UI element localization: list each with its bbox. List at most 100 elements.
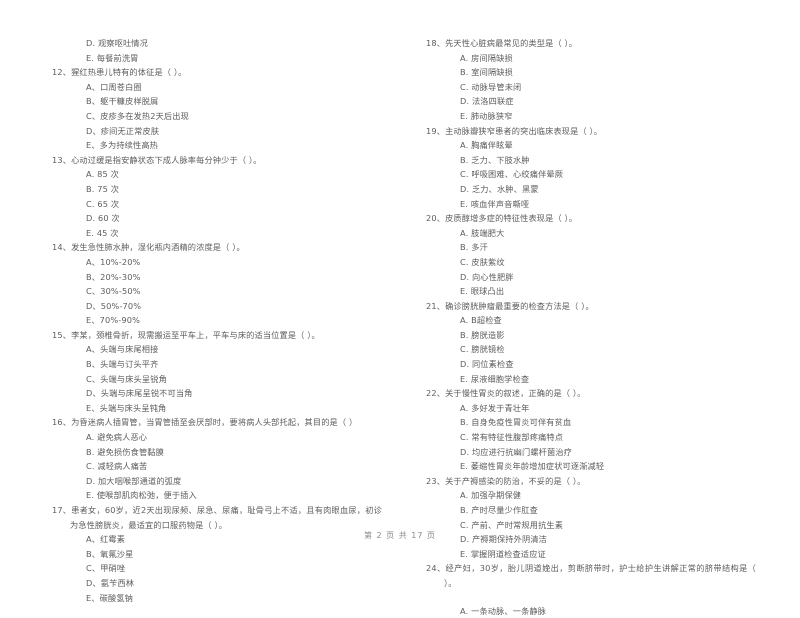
question-text: 心动过缓是指安静状态下成人脉率每分钟少于（ ）。: [71, 154, 262, 165]
question-16: 16、为昏迷病人插胃管，当胃管插至会厌部时，要将病人头部托起，其目的是（ ） A…: [52, 415, 382, 503]
question-13: 13、心动过缓是指安静状态下成人脉率每分钟少于（ ）。 A. 85 次 B. 7…: [52, 153, 382, 241]
question-stem: 17、患者女，60岁，近2天出现尿频、尿急、尿痛，耻骨弓上不适，且有肉眼血尿，初…: [52, 503, 382, 532]
option-item: A. 一条动脉、一条静脉: [460, 605, 547, 616]
question-number: 16、: [52, 417, 72, 428]
option-item: E、碳酸氢钠: [86, 592, 134, 603]
two-column-layout: D. 观察呕吐情况 E. 每餐前洗胃 12、猩红热患儿特有的体征是（ ）。 A、…: [52, 36, 756, 616]
question-text: 发生急性肺水肿，湿化瓶内酒精的浓度是（ ）。: [71, 242, 245, 253]
question-text: 患者女，60岁，近2天出现尿频、尿急、尿痛，耻骨弓上不适，且有肉眼血尿，初诊为急…: [70, 505, 382, 530]
page-footer: 第 2 页 共 17 页: [364, 531, 436, 540]
option-item: A. 85 次: [86, 169, 119, 180]
option-item: B、躯干糠皮样脱屑: [86, 96, 159, 107]
option-item: D、氨苄西林: [86, 577, 135, 588]
question-text: 为昏迷病人插胃管，当胃管插至会厌部时，要将病人头部托起，其目的是（ ）: [71, 417, 358, 428]
option-item: E. 掌握阴道检查适应证: [460, 548, 546, 559]
question-stem: 23、关于产褥感染的防治，不妥的是（ ）。: [426, 474, 756, 489]
option-item: A. 房间隔缺损: [460, 52, 513, 63]
option-item: E、头端与床头呈钝角: [86, 402, 167, 413]
question-text: 猩红热患儿特有的体征是（ ）。: [71, 67, 187, 78]
question-15: 15、李某，颈椎骨折，现需搬运至平车上，平车与床的适当位置是（ ）。 A、头端与…: [52, 328, 382, 416]
question-text: 经产妇，30岁，胎儿阴道娩出，剪断脐带时，护士给护生讲解正常的脐带结构是（ ）。: [444, 563, 756, 588]
question-number: 22、: [426, 388, 446, 399]
option-item: C、甲硝唑: [86, 563, 126, 574]
question-number: 18、: [426, 38, 446, 48]
option-item: B. 乏力、下肢水肿: [460, 154, 530, 165]
option-item: B. 膀胱造影: [460, 329, 505, 340]
question-text: 先天性心脏病最常见的类型是（ ）。: [445, 38, 578, 48]
option-item: C. 减轻病人痛苦: [86, 461, 148, 472]
option-item: D. 向心性肥胖: [460, 271, 514, 282]
question-14: 14、发生急性肺水肿，湿化瓶内酒精的浓度是（ ）。 A、10%-20% B、20…: [52, 240, 382, 328]
option-item: E. 咳血伴声音嘶哑: [460, 198, 530, 209]
option-item: E. 肺动脉狭窄: [460, 110, 513, 121]
option-item: D、疹间无正常皮肤: [86, 125, 160, 136]
question-stem: 14、发生急性肺水肿，湿化瓶内酒精的浓度是（ ）。: [52, 240, 382, 255]
continued-options-block: D. 观察呕吐情况 E. 每餐前洗胃: [52, 36, 382, 65]
option-item: D. 加大咽喉部通道的弧度: [86, 475, 182, 486]
option-item: A. 避免病人恶心: [86, 432, 148, 443]
question-22: 22、关于慢性胃炎的叙述，正确的是（ ）。 A. 多好发于青壮年 B. 自身免疫…: [426, 386, 756, 474]
option-item: C. 呼吸困难、心绞痛伴晕厥: [460, 169, 564, 180]
option-item: C、皮疹多在发热2天后出现: [86, 110, 189, 121]
question-text: 关于慢性胃炎的叙述，正确的是（ ）。: [445, 388, 586, 399]
option-item: B. 产时尽量少作肛查: [460, 505, 538, 515]
option-item: B. 多汗: [460, 242, 488, 253]
option-item: D. 乏力、水肿、黑蒙: [460, 183, 539, 194]
option-item: C. 65 次: [86, 198, 120, 209]
option-item: D. 均应进行抗幽门螺杆菌治疗: [460, 446, 573, 457]
option-item: D. 同位素检查: [460, 359, 514, 370]
question-text: 关于产褥感染的防治，不妥的是（ ）。: [445, 475, 586, 486]
question-number: 17、: [52, 505, 72, 515]
option-item: B. 避免损伤食管黏膜: [86, 446, 164, 457]
question-stem: 24、经产妇，30岁，胎儿阴道娩出，剪断脐带时，护士给护生讲解正常的脐带结构是（…: [426, 561, 756, 590]
option-item: E. 眼球凸出: [460, 286, 505, 297]
option-item: B. 自身免疫性胃炎可伴有贫血: [460, 417, 572, 428]
option-item: A. 加强孕期保健: [460, 490, 522, 501]
question-number: 12、: [52, 67, 72, 78]
question-stem: 12、猩红热患儿特有的体征是（ ）。: [52, 65, 382, 80]
question-17: 17、患者女，60岁，近2天出现尿频、尿急、尿痛，耻骨弓上不适，且有肉眼血尿，初…: [52, 503, 382, 605]
question-20: 20、皮质醇增多症的特征性表现是（ ）。 A. 肢端肥大 B. 多汗 C. 皮肤…: [426, 211, 756, 299]
question-23: 23、关于产褥感染的防治，不妥的是（ ）。 A. 加强孕期保健 B. 产时尽量少…: [426, 474, 756, 562]
question-number: 19、: [426, 125, 446, 136]
option-item: A、10%-20%: [86, 256, 141, 267]
question-21: 21、确诊膀胱肿瘤最重要的检查方法是（ ）。 A. B超检查 B. 膀胱造影 C…: [426, 299, 756, 387]
option-item: B、20%-30%: [86, 271, 141, 282]
blank-gap: [426, 591, 756, 604]
option-item: E. 萎缩性胃炎年龄增加症状可逐渐减轻: [460, 461, 605, 472]
option-item: C. 动脉导管未闭: [460, 81, 522, 92]
question-number: 20、: [426, 213, 446, 224]
option-item: C、头端与床头呈锐角: [86, 373, 167, 384]
option-item: B、头端与订头平齐: [86, 359, 159, 370]
option-item: D. 法洛四联症: [460, 96, 514, 107]
option-item: E. 45 次: [86, 227, 119, 238]
option-item: B. 室间隔缺损: [460, 67, 513, 78]
option-item: E、70%-90%: [86, 315, 141, 326]
option-item: D、头端与床尾呈锐不可当角: [86, 388, 193, 399]
option-item: E. 尿液细胞学检查: [460, 373, 530, 384]
question-text: 确诊膀胱肿瘤最重要的检查方法是（ ）。: [445, 300, 594, 311]
question-number: 15、: [52, 329, 72, 340]
option-item: A. 肢端肥大: [460, 227, 505, 238]
option-item: B. 75 次: [86, 183, 120, 194]
question-number: 13、: [52, 154, 72, 165]
question-stem: 19、主动脉瓣狭窄患者的突出临床表现是（ ）。: [426, 124, 756, 139]
question-12: 12、猩红热患儿特有的体征是（ ）。 A、口周苍白圈 B、躯干糠皮样脱屑 C、皮…: [52, 65, 382, 153]
question-stem: 15、李某，颈椎骨折，现需搬运至平车上，平车与床的适当位置是（ ）。: [52, 328, 382, 343]
question-stem: 16、为昏迷病人插胃管，当胃管插至会厌部时，要将病人头部托起，其目的是（ ）: [52, 415, 382, 430]
question-text: 李某，颈椎骨折，现需搬运至平车上，平车与床的适当位置是（ ）。: [71, 329, 320, 340]
question-18: 18、先天性心脏病最常见的类型是（ ）。 A. 房间隔缺损 B. 室间隔缺损 C…: [426, 36, 756, 124]
option-item: C. 膀胱镜检: [460, 344, 505, 355]
option-item: C、30%-50%: [86, 286, 141, 297]
option-item: C. 常有特征性腹部疼痛特点: [460, 432, 564, 443]
left-column: D. 观察呕吐情况 E. 每餐前洗胃 12、猩红热患儿特有的体征是（ ）。 A、…: [52, 36, 382, 605]
question-24: 24、经产妇，30岁，胎儿阴道娩出，剪断脐带时，护士给护生讲解正常的脐带结构是（…: [426, 561, 756, 618]
option-item: A. 多好发于青壮年: [460, 402, 530, 413]
option-item: D. 60 次: [86, 213, 120, 224]
option-item: E、多为持续性高热: [86, 140, 159, 151]
option-item: E. 使喉部肌肉松弛，便于插入: [86, 490, 197, 501]
question-text: 主动脉瓣狭窄患者的突出临床表现是（ ）。: [445, 125, 603, 136]
option-item: A. 胸痛伴眩晕: [460, 140, 513, 151]
question-stem: 18、先天性心脏病最常见的类型是（ ）。: [426, 36, 756, 51]
question-number: 14、: [52, 242, 72, 253]
